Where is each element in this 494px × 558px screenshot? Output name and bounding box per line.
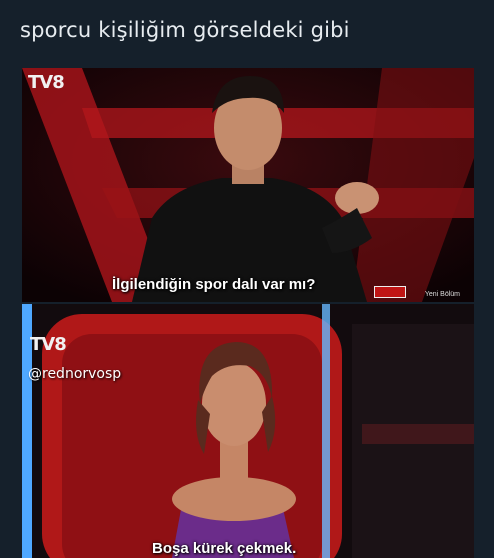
studio-scene-juror <box>22 304 474 558</box>
watermark-handle: @rednorvosp <box>28 366 122 382</box>
meme-panel-top: TV8 İlgilendiğin spor dalı var mı? Yeni … <box>22 68 474 302</box>
studio-scene-host <box>22 68 474 302</box>
tv8-logo: TV8 <box>28 72 65 93</box>
tv8-logo: TV8 <box>30 334 67 355</box>
subtitle-question: İlgilendiğin spor dalı var mı? <box>112 276 316 293</box>
post-caption: sporcu kişiliğim görseldeki gibi <box>20 18 350 42</box>
rec-badge <box>374 286 406 298</box>
subtitle-answer: Boşa kürek çekmek. <box>152 540 297 557</box>
meme-panel-bottom: TV8 @rednorvosp Boşa kürek çekmek. <box>22 304 474 558</box>
episode-badge: Yeni Bölüm <box>424 291 460 298</box>
